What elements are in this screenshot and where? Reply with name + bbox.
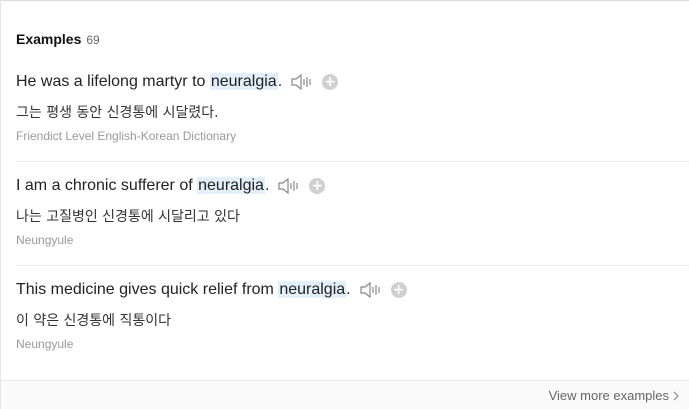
example-sentence-row: I am a chronic sufferer of neuralgia. + — [16, 176, 326, 196]
examples-footer: View more examples — [1, 380, 689, 409]
sentence-text-after: . — [346, 281, 351, 298]
example-sentence-row: He was a lifelong martyr to neuralgia. + — [16, 72, 339, 92]
speaker-icon[interactable] — [290, 72, 314, 92]
sentence-text-before: This medicine gives quick relief from — [16, 281, 279, 298]
example-sentence: He was a lifelong martyr to neuralgia. — [16, 73, 282, 91]
plus-icon[interactable]: + — [390, 282, 407, 298]
example-sentence: This medicine gives quick relief from ne… — [16, 281, 351, 299]
highlighted-keyword: neuralgia — [197, 177, 265, 194]
examples-title: Examples — [16, 31, 82, 47]
plus-icon[interactable]: + — [322, 74, 339, 90]
examples-panel: Examples 69 He was a lifelong martyr to … — [0, 0, 689, 409]
chevron-right-icon — [673, 391, 679, 400]
example-item: This medicine gives quick relief from ne… — [16, 265, 689, 369]
highlighted-keyword: neuralgia — [278, 281, 347, 298]
example-source: Neungyule — [16, 337, 74, 351]
plus-icon[interactable]: + — [309, 178, 326, 194]
example-translation: 나는 고질병인 신경통에 시달리고 있다 — [16, 209, 240, 225]
speaker-icon[interactable] — [277, 176, 301, 196]
example-translation: 그는 평생 동안 신경통에 시달렸다. — [16, 105, 219, 121]
highlighted-keyword: neuralgia — [209, 73, 278, 90]
example-source: Friendict Level English-Korean Dictionar… — [16, 129, 237, 143]
examples-header: Examples 69 — [16, 31, 100, 47]
sentence-text-before: I am a chronic sufferer of — [16, 177, 198, 194]
sentence-text-before: He was a lifelong martyr to — [16, 73, 210, 90]
example-sentence: I am a chronic sufferer of neuralgia. — [16, 177, 269, 195]
sentence-text-after: . — [264, 177, 270, 194]
examples-count: 69 — [86, 33, 100, 47]
example-source: Neungyule — [16, 233, 74, 247]
sentence-text-after: . — [277, 73, 283, 90]
example-translation: 이 약은 신경통에 직통이다 — [16, 313, 172, 329]
speaker-icon[interactable] — [359, 280, 383, 300]
example-item: I am a chronic sufferer of neuralgia. + … — [16, 161, 689, 266]
view-more-examples-link[interactable]: View more examples — [549, 388, 679, 403]
example-sentence-row: This medicine gives quick relief from ne… — [16, 280, 407, 300]
view-more-label: View more examples — [548, 388, 669, 403]
example-item: He was a lifelong martyr to neuralgia. +… — [16, 57, 689, 162]
